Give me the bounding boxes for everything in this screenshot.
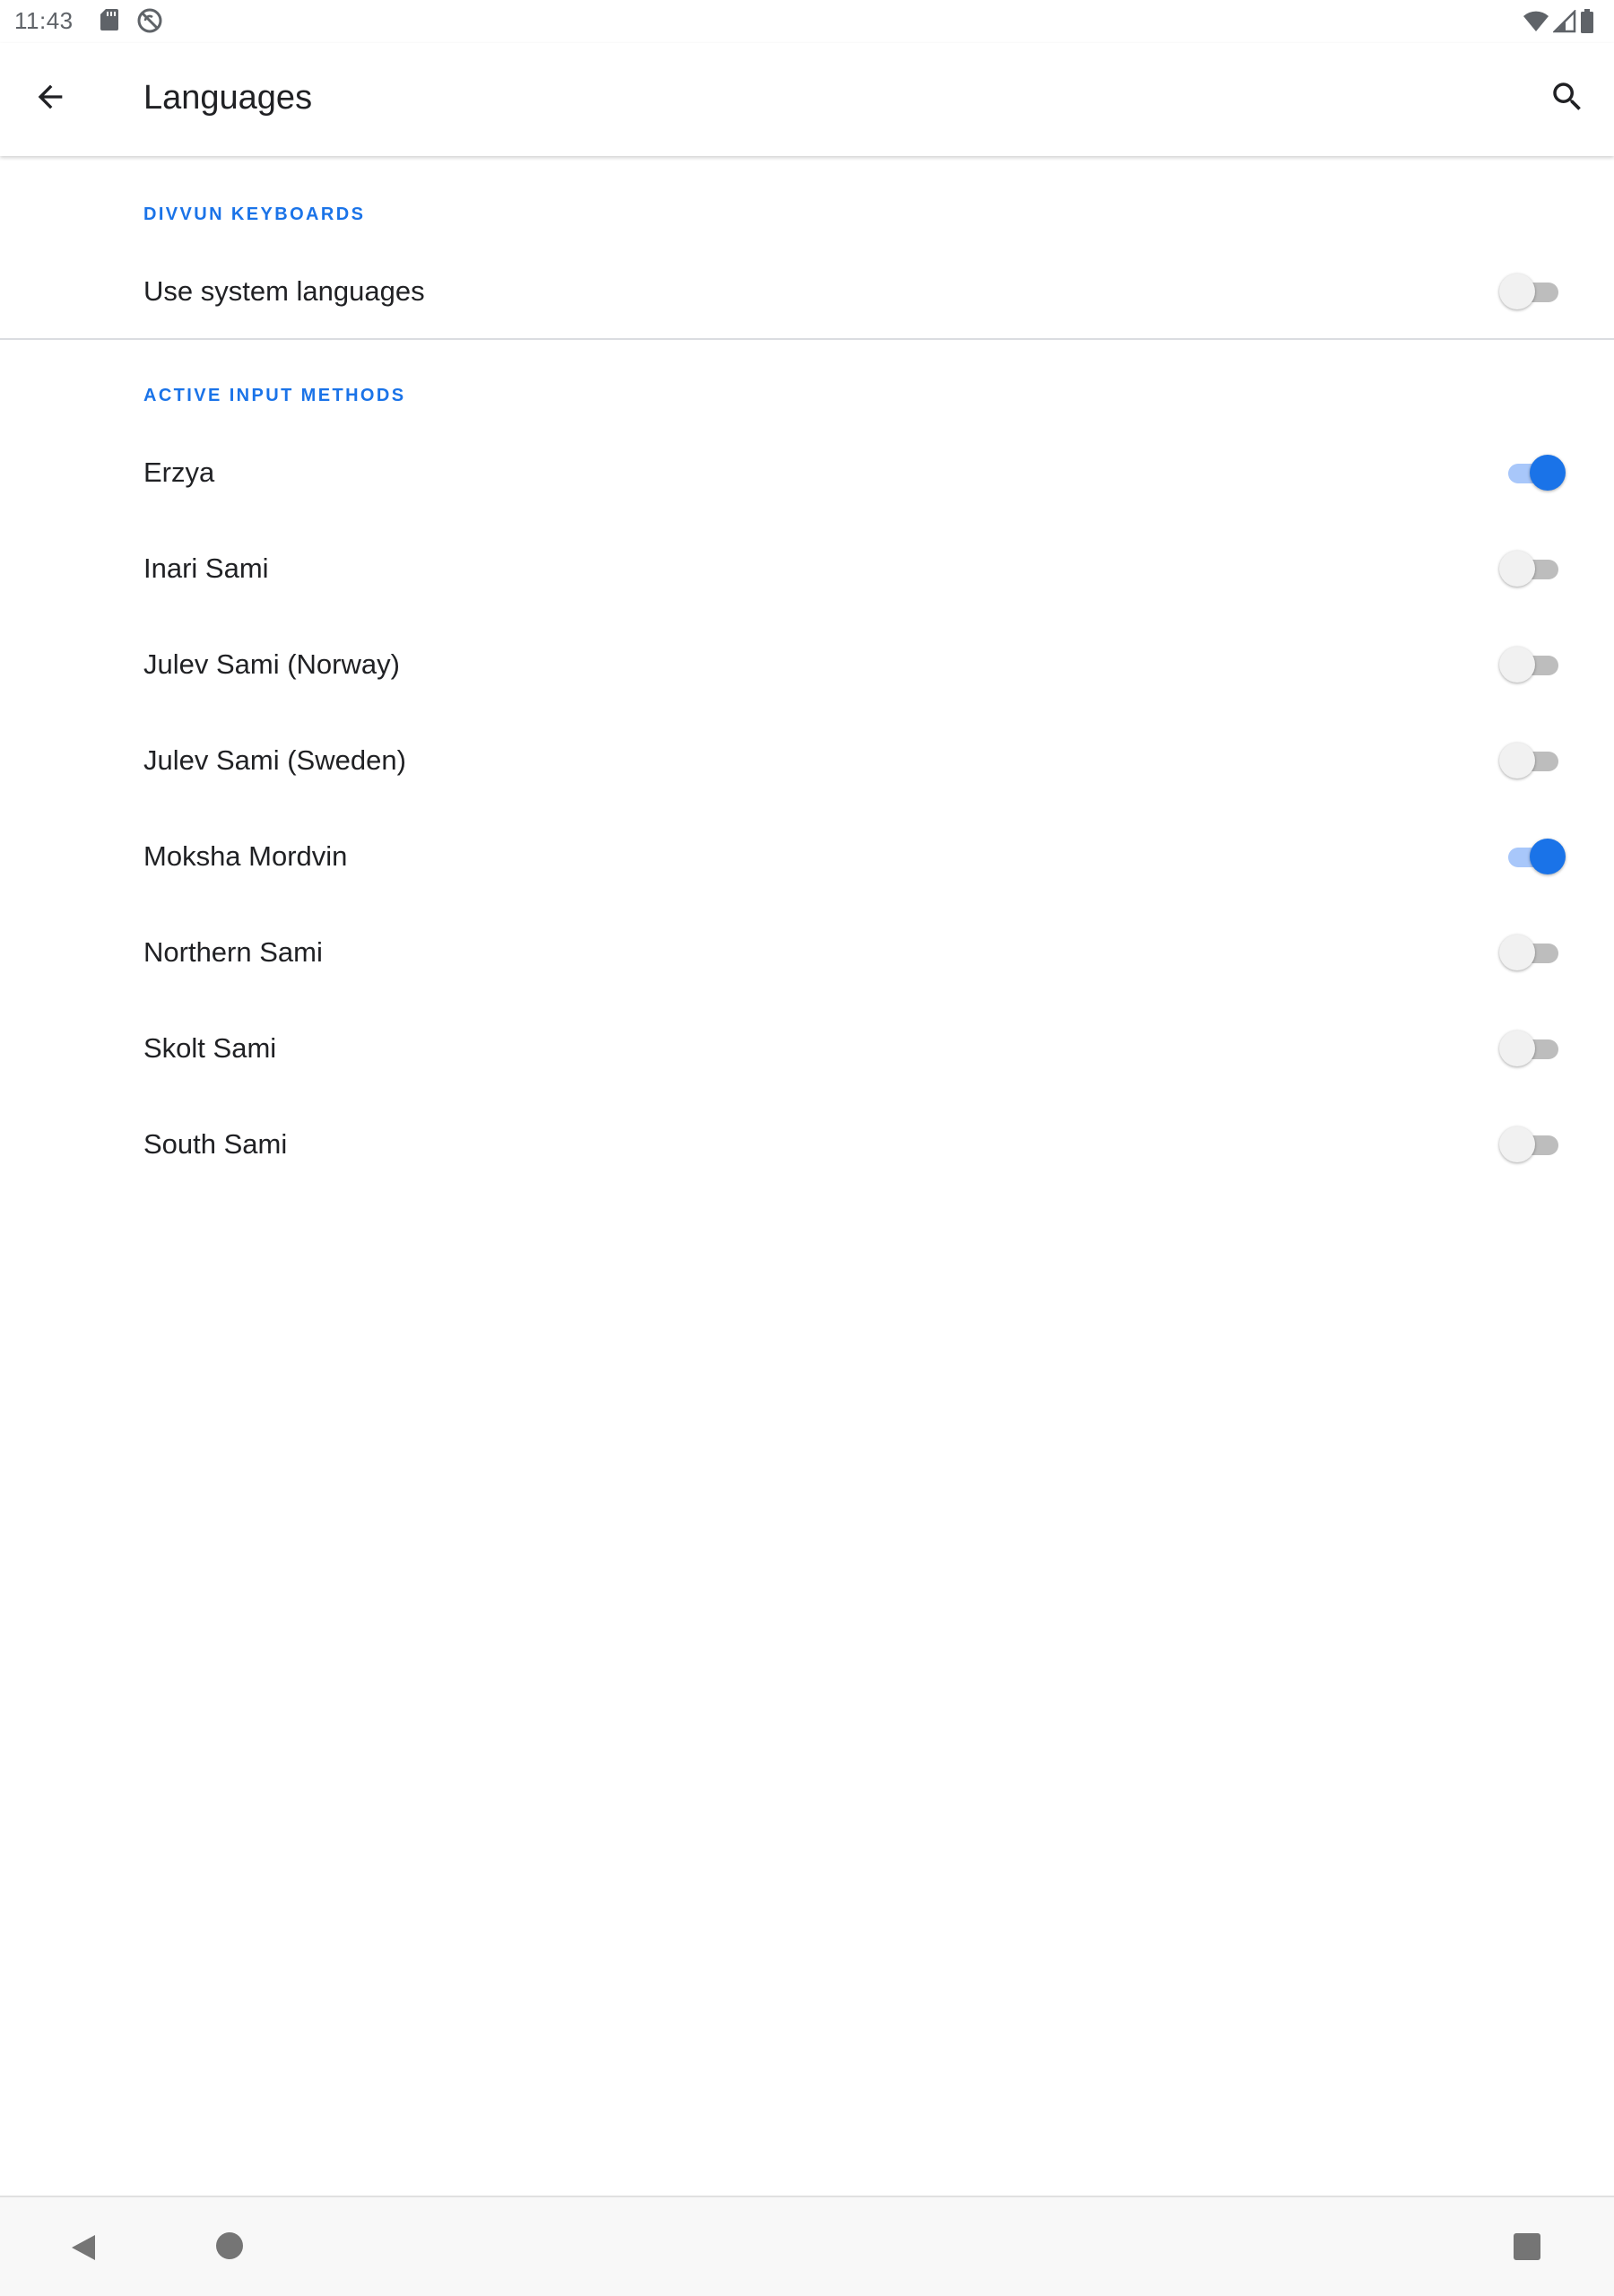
- row-label: Inari Sami: [143, 552, 269, 584]
- row-label: Moksha Mordvin: [143, 840, 348, 872]
- row-label: Julev Sami (Sweden): [143, 744, 406, 776]
- system-nav-bar: [0, 2196, 1614, 2296]
- nav-back-button[interactable]: [66, 2230, 102, 2266]
- status-bar: 11:43: [0, 0, 1614, 43]
- row-label: Skolt Sami: [143, 1032, 277, 1064]
- use-system-languages-switch[interactable]: [1499, 274, 1566, 309]
- language-switch[interactable]: [1499, 551, 1566, 587]
- language-switch[interactable]: [1499, 1031, 1566, 1066]
- page-title: Languages: [143, 79, 313, 117]
- switch-thumb: [1499, 935, 1535, 970]
- use-system-languages-row[interactable]: Use system languages: [0, 244, 1614, 339]
- app-bar: Languages: [0, 43, 1614, 156]
- wifi-icon: [1523, 10, 1549, 38]
- switch-thumb: [1499, 1126, 1535, 1162]
- switch-thumb: [1499, 274, 1535, 309]
- language-switch[interactable]: [1499, 935, 1566, 970]
- language-row-erzya[interactable]: Erzya: [0, 425, 1614, 520]
- switch-thumb: [1499, 1031, 1535, 1066]
- language-switch[interactable]: [1499, 839, 1566, 874]
- language-switch[interactable]: [1499, 647, 1566, 683]
- row-label: Northern Sami: [143, 936, 323, 968]
- nav-recents-icon: [1512, 2233, 1542, 2266]
- settings-screen: 11:43 Languages DIVVUN KEYBOARDS Use sys…: [0, 0, 1614, 2296]
- language-row-moksha-mordvin[interactable]: Moksha Mordvin: [0, 809, 1614, 904]
- status-right-icons: [1523, 8, 1594, 39]
- switch-thumb: [1499, 743, 1535, 778]
- switch-thumb: [1499, 551, 1535, 587]
- section-header-active-input-methods: ACTIVE INPUT METHODS: [143, 386, 406, 405]
- language-row-south-sami[interactable]: South Sami: [0, 1097, 1614, 1192]
- back-button[interactable]: [22, 70, 79, 127]
- language-row-skolt-sami[interactable]: Skolt Sami: [0, 1001, 1614, 1096]
- language-row-northern-sami[interactable]: Northern Sami: [0, 905, 1614, 1000]
- row-label: Erzya: [143, 457, 215, 488]
- switch-thumb: [1530, 455, 1566, 491]
- status-time: 11:43: [14, 7, 74, 34]
- row-label: Use system languages: [143, 275, 425, 307]
- arrow-back-icon: [32, 79, 68, 119]
- row-label: Julev Sami (Norway): [143, 648, 400, 680]
- section-header-divvun-keyboards: DIVVUN KEYBOARDS: [143, 204, 366, 224]
- sd-card-icon: [99, 7, 120, 39]
- sync-disabled-icon: [136, 7, 163, 39]
- language-switch[interactable]: [1499, 1126, 1566, 1162]
- nav-home-button[interactable]: [213, 2230, 246, 2262]
- nav-home-icon: [213, 2232, 246, 2266]
- language-switch[interactable]: [1499, 455, 1566, 491]
- section-divider: [0, 338, 1614, 340]
- language-switch[interactable]: [1499, 743, 1566, 778]
- search-button[interactable]: [1539, 70, 1596, 127]
- switch-thumb: [1499, 647, 1535, 683]
- nav-back-icon: [66, 2235, 102, 2269]
- switch-thumb: [1530, 839, 1566, 874]
- nav-recents-button[interactable]: [1512, 2231, 1542, 2262]
- status-left-icons: [99, 7, 163, 39]
- cell-signal-icon: [1551, 8, 1576, 38]
- language-row-inari-sami[interactable]: Inari Sami: [0, 521, 1614, 616]
- search-icon: [1549, 78, 1586, 120]
- battery-icon: [1580, 9, 1594, 39]
- row-label: South Sami: [143, 1128, 288, 1160]
- language-row-julev-sami-sweden[interactable]: Julev Sami (Sweden): [0, 713, 1614, 808]
- language-row-julev-sami-norway[interactable]: Julev Sami (Norway): [0, 617, 1614, 712]
